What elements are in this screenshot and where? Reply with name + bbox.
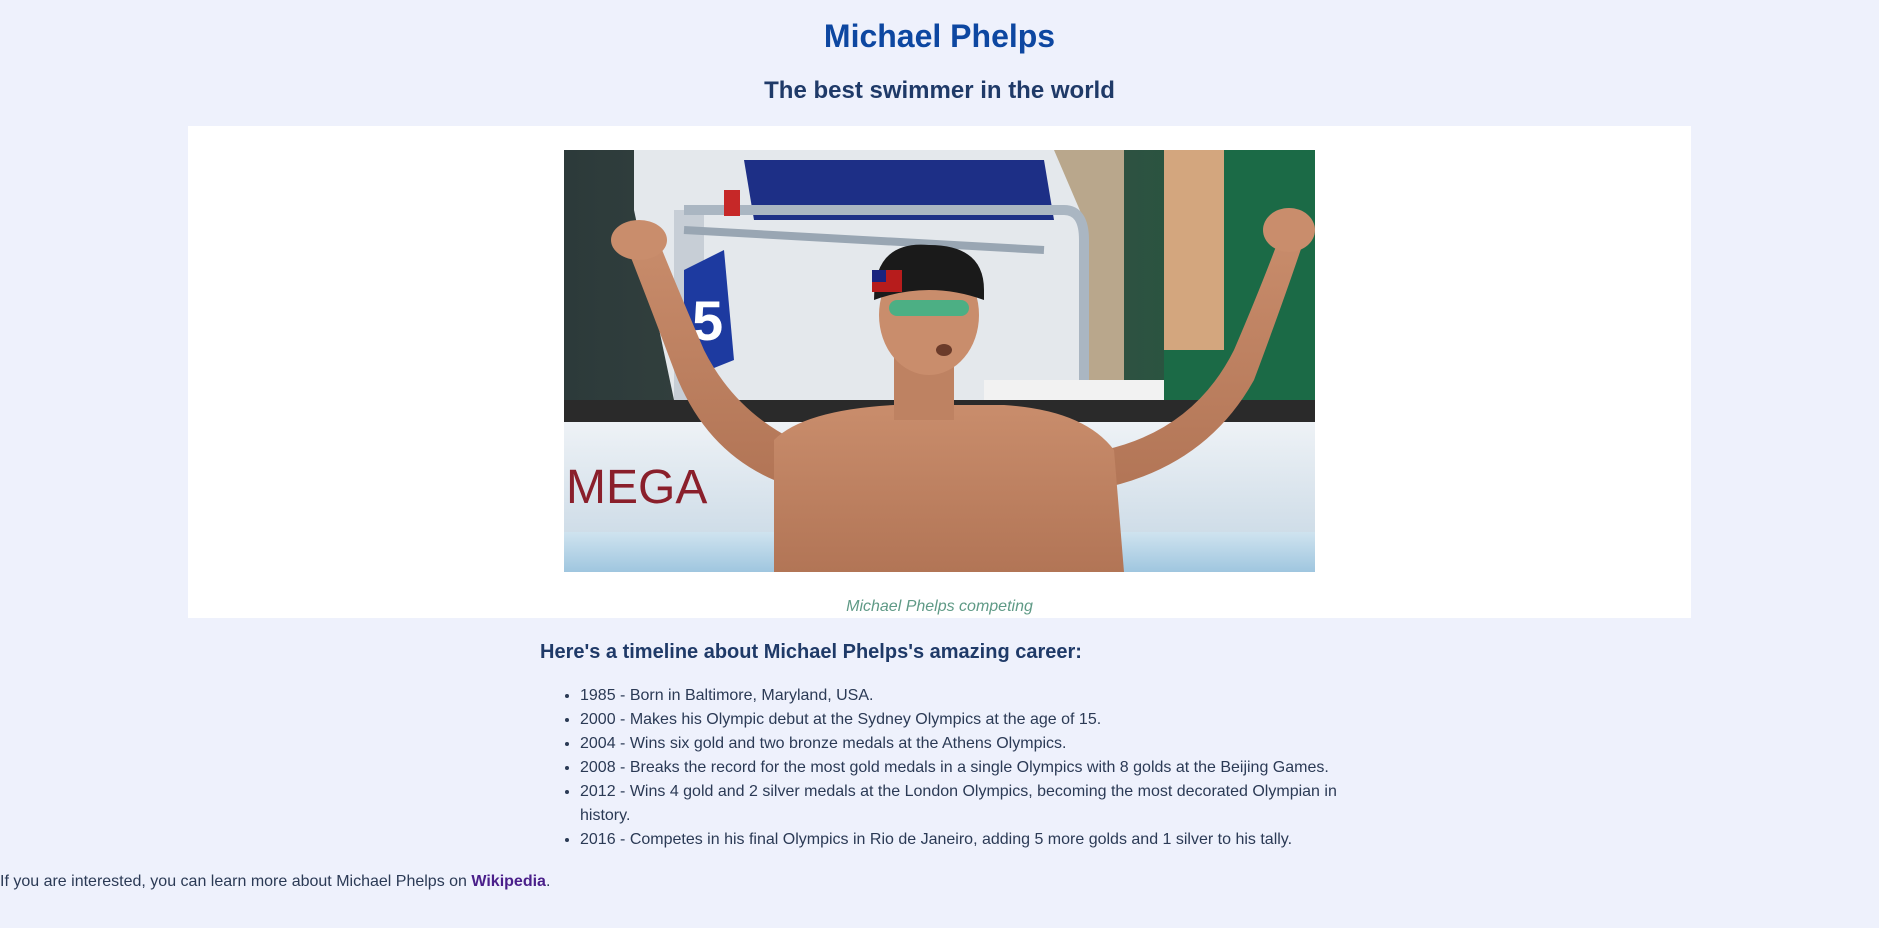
footer-text-end: . xyxy=(545,873,551,890)
timeline-heading: Here's a timeline about Michael Phelps's… xyxy=(540,641,1082,663)
timeline-item-2000: 2000 - Makes his Olympic debut at the Sy… xyxy=(580,708,1380,732)
wikipedia-link[interactable]: Wikipedia xyxy=(471,873,546,890)
page-title: Michael Phelps xyxy=(823,18,1056,54)
timeline-item-2016: 2016 - Competes in his final Olympics in… xyxy=(580,828,1380,852)
sign-text: MEGA xyxy=(566,461,707,514)
timeline-item-2008: 2008 - Breaks the record for the most go… xyxy=(580,756,1380,780)
timeline-item-2012: 2012 - Wins 4 gold and 2 silver medals a… xyxy=(580,780,1380,828)
photo-caption: Michael Phelps competing xyxy=(846,598,1033,615)
photo-figure: 5 MEGA Michael Phelps competing xyxy=(188,126,1691,618)
timeline-item-1985: 1985 - Born in Baltimore, Maryland, USA. xyxy=(580,684,1380,708)
footer-text: If you are interested, you can learn mor… xyxy=(0,870,550,894)
page-subtitle: The best swimmer in the world xyxy=(764,77,1115,104)
swimmer-photo: 5 MEGA xyxy=(564,150,1315,572)
footer-text-lead: If you are interested, you can learn mor… xyxy=(0,873,472,890)
timeline-item-2004: 2004 - Wins six gold and two bronze meda… xyxy=(580,732,1380,756)
timeline-list: 1985 - Born in Baltimore, Maryland, USA.… xyxy=(540,684,1380,852)
